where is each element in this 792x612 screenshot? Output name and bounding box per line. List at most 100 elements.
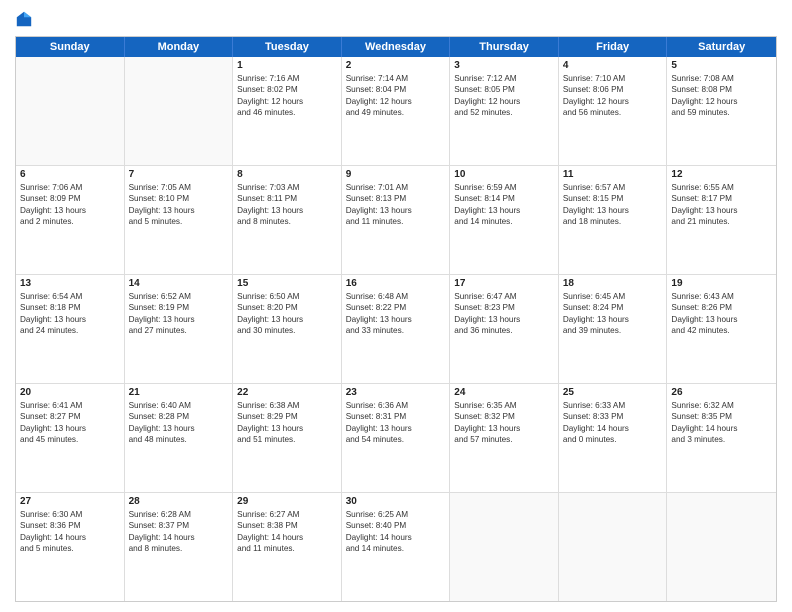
cell-line: and 8 minutes. bbox=[129, 543, 229, 554]
calendar-cell: 30Sunrise: 6:25 AMSunset: 8:40 PMDayligh… bbox=[342, 493, 451, 601]
cell-line: and 27 minutes. bbox=[129, 325, 229, 336]
cell-line: Sunset: 8:31 PM bbox=[346, 411, 446, 422]
cell-line: Daylight: 12 hours bbox=[671, 96, 772, 107]
cell-line: and 21 minutes. bbox=[671, 216, 772, 227]
calendar-cell: 9Sunrise: 7:01 AMSunset: 8:13 PMDaylight… bbox=[342, 166, 451, 274]
cell-line: Daylight: 13 hours bbox=[454, 314, 554, 325]
cell-line: and 46 minutes. bbox=[237, 107, 337, 118]
cell-line: and 54 minutes. bbox=[346, 434, 446, 445]
cell-line: Daylight: 13 hours bbox=[129, 205, 229, 216]
cell-line: Sunrise: 7:16 AM bbox=[237, 73, 337, 84]
cell-line: and 3 minutes. bbox=[671, 434, 772, 445]
cell-line: and 11 minutes. bbox=[346, 216, 446, 227]
cell-line: Daylight: 13 hours bbox=[237, 314, 337, 325]
calendar-cell: 5Sunrise: 7:08 AMSunset: 8:08 PMDaylight… bbox=[667, 57, 776, 165]
cell-line: Sunset: 8:32 PM bbox=[454, 411, 554, 422]
calendar-cell: 16Sunrise: 6:48 AMSunset: 8:22 PMDayligh… bbox=[342, 275, 451, 383]
cell-line: Sunset: 8:26 PM bbox=[671, 302, 772, 313]
calendar-cell: 20Sunrise: 6:41 AMSunset: 8:27 PMDayligh… bbox=[16, 384, 125, 492]
cell-line: and 51 minutes. bbox=[237, 434, 337, 445]
calendar-cell: 17Sunrise: 6:47 AMSunset: 8:23 PMDayligh… bbox=[450, 275, 559, 383]
cell-line: Daylight: 12 hours bbox=[454, 96, 554, 107]
cell-line: Sunset: 8:19 PM bbox=[129, 302, 229, 313]
calendar-header-row: SundayMondayTuesdayWednesdayThursdayFrid… bbox=[16, 37, 776, 57]
cell-line: Sunrise: 6:59 AM bbox=[454, 182, 554, 193]
cell-line: Sunrise: 6:40 AM bbox=[129, 400, 229, 411]
logo bbox=[15, 10, 37, 28]
day-number: 9 bbox=[346, 169, 446, 180]
cell-line: and 11 minutes. bbox=[237, 543, 337, 554]
calendar-header-cell: Saturday bbox=[667, 37, 776, 57]
cell-line: Daylight: 14 hours bbox=[563, 423, 663, 434]
cell-line: Sunset: 8:08 PM bbox=[671, 84, 772, 95]
calendar-cell: 18Sunrise: 6:45 AMSunset: 8:24 PMDayligh… bbox=[559, 275, 668, 383]
calendar-header-cell: Tuesday bbox=[233, 37, 342, 57]
cell-line: Sunrise: 6:33 AM bbox=[563, 400, 663, 411]
cell-line: Sunset: 8:29 PM bbox=[237, 411, 337, 422]
cell-line: Sunset: 8:35 PM bbox=[671, 411, 772, 422]
day-number: 26 bbox=[671, 387, 772, 398]
cell-line: and 5 minutes. bbox=[20, 543, 120, 554]
day-number: 1 bbox=[237, 60, 337, 71]
cell-line: Daylight: 13 hours bbox=[237, 205, 337, 216]
cell-line: Sunrise: 7:08 AM bbox=[671, 73, 772, 84]
cell-line: Sunrise: 7:05 AM bbox=[129, 182, 229, 193]
cell-line: and 57 minutes. bbox=[454, 434, 554, 445]
calendar-cell: 6Sunrise: 7:06 AMSunset: 8:09 PMDaylight… bbox=[16, 166, 125, 274]
cell-line: Sunset: 8:11 PM bbox=[237, 193, 337, 204]
calendar-cell bbox=[667, 493, 776, 601]
cell-line: Daylight: 13 hours bbox=[129, 423, 229, 434]
cell-line: Daylight: 12 hours bbox=[237, 96, 337, 107]
calendar-cell: 26Sunrise: 6:32 AMSunset: 8:35 PMDayligh… bbox=[667, 384, 776, 492]
day-number: 17 bbox=[454, 278, 554, 289]
cell-line: and 42 minutes. bbox=[671, 325, 772, 336]
cell-line: Sunset: 8:05 PM bbox=[454, 84, 554, 95]
cell-line: Sunrise: 6:50 AM bbox=[237, 291, 337, 302]
calendar-week-row: 13Sunrise: 6:54 AMSunset: 8:18 PMDayligh… bbox=[16, 275, 776, 384]
cell-line: Sunset: 8:09 PM bbox=[20, 193, 120, 204]
cell-line: Sunset: 8:27 PM bbox=[20, 411, 120, 422]
cell-line: Daylight: 13 hours bbox=[671, 205, 772, 216]
calendar-cell: 24Sunrise: 6:35 AMSunset: 8:32 PMDayligh… bbox=[450, 384, 559, 492]
cell-line: Sunset: 8:13 PM bbox=[346, 193, 446, 204]
cell-line: and 45 minutes. bbox=[20, 434, 120, 445]
cell-line: Sunrise: 6:27 AM bbox=[237, 509, 337, 520]
cell-line: Sunset: 8:22 PM bbox=[346, 302, 446, 313]
cell-line: and 36 minutes. bbox=[454, 325, 554, 336]
day-number: 14 bbox=[129, 278, 229, 289]
cell-line: and 2 minutes. bbox=[20, 216, 120, 227]
day-number: 7 bbox=[129, 169, 229, 180]
calendar-header-cell: Wednesday bbox=[342, 37, 451, 57]
cell-line: and 49 minutes. bbox=[346, 107, 446, 118]
day-number: 18 bbox=[563, 278, 663, 289]
calendar-cell: 28Sunrise: 6:28 AMSunset: 8:37 PMDayligh… bbox=[125, 493, 234, 601]
page: SundayMondayTuesdayWednesdayThursdayFrid… bbox=[0, 0, 792, 612]
cell-line: and 0 minutes. bbox=[563, 434, 663, 445]
cell-line: and 30 minutes. bbox=[237, 325, 337, 336]
calendar-header-cell: Sunday bbox=[16, 37, 125, 57]
day-number: 28 bbox=[129, 496, 229, 507]
cell-line: Daylight: 13 hours bbox=[454, 423, 554, 434]
day-number: 3 bbox=[454, 60, 554, 71]
calendar-cell: 12Sunrise: 6:55 AMSunset: 8:17 PMDayligh… bbox=[667, 166, 776, 274]
calendar-body: 1Sunrise: 7:16 AMSunset: 8:02 PMDaylight… bbox=[16, 57, 776, 601]
day-number: 20 bbox=[20, 387, 120, 398]
cell-line: Sunset: 8:23 PM bbox=[454, 302, 554, 313]
cell-line: Sunset: 8:40 PM bbox=[346, 520, 446, 531]
cell-line: Sunrise: 6:57 AM bbox=[563, 182, 663, 193]
cell-line: Sunset: 8:38 PM bbox=[237, 520, 337, 531]
cell-line: Sunrise: 6:36 AM bbox=[346, 400, 446, 411]
cell-line: Daylight: 13 hours bbox=[237, 423, 337, 434]
cell-line: Sunset: 8:37 PM bbox=[129, 520, 229, 531]
cell-line: Sunrise: 6:45 AM bbox=[563, 291, 663, 302]
calendar-week-row: 6Sunrise: 7:06 AMSunset: 8:09 PMDaylight… bbox=[16, 166, 776, 275]
calendar: SundayMondayTuesdayWednesdayThursdayFrid… bbox=[15, 36, 777, 602]
cell-line: Daylight: 13 hours bbox=[346, 205, 446, 216]
calendar-cell: 10Sunrise: 6:59 AMSunset: 8:14 PMDayligh… bbox=[450, 166, 559, 274]
calendar-cell: 11Sunrise: 6:57 AMSunset: 8:15 PMDayligh… bbox=[559, 166, 668, 274]
cell-line: Sunrise: 6:38 AM bbox=[237, 400, 337, 411]
cell-line: and 52 minutes. bbox=[454, 107, 554, 118]
cell-line: Sunset: 8:18 PM bbox=[20, 302, 120, 313]
calendar-header-cell: Monday bbox=[125, 37, 234, 57]
cell-line: Daylight: 13 hours bbox=[671, 314, 772, 325]
